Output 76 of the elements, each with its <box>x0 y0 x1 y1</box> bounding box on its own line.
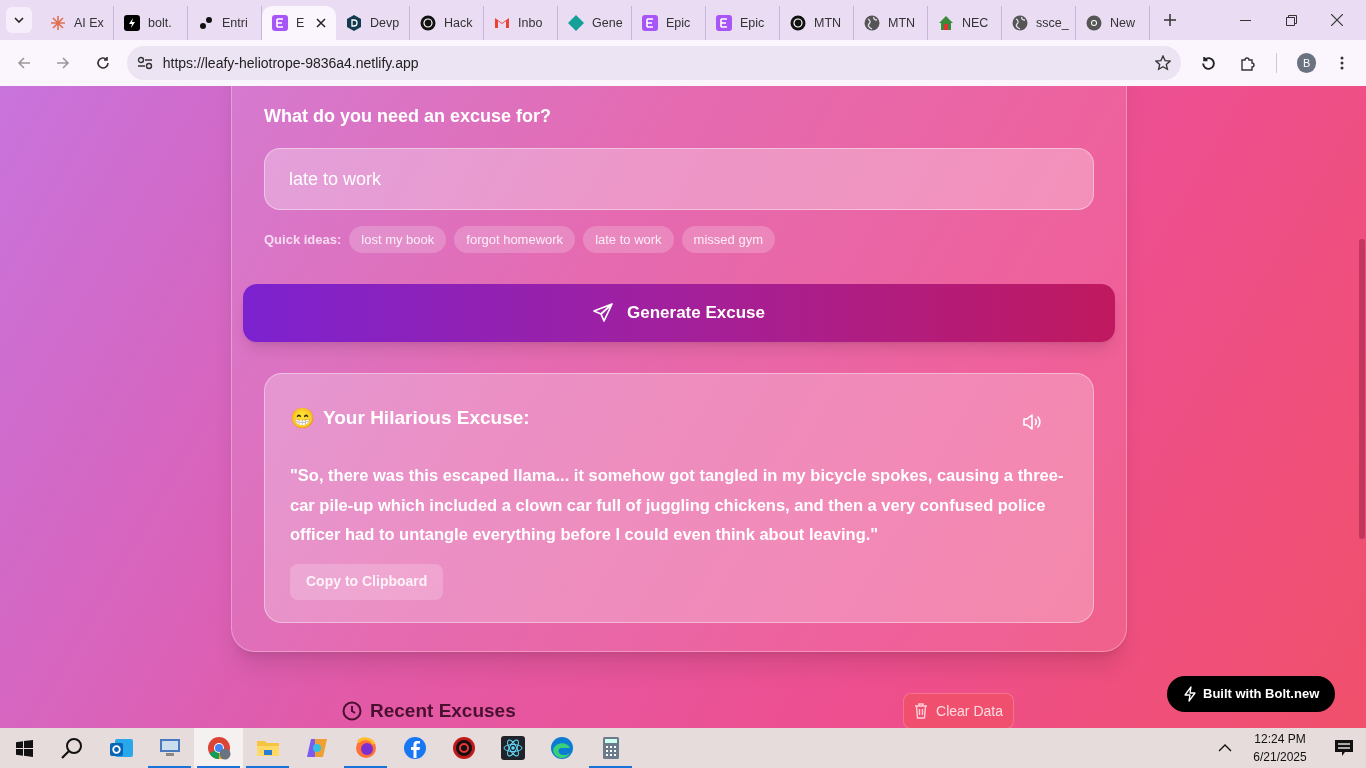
speaker-icon <box>1022 414 1042 430</box>
tab-title: Devp <box>370 14 400 32</box>
globe-icon <box>864 15 880 31</box>
tab-title: Epic <box>666 14 691 32</box>
open-app-indicator <box>197 766 240 768</box>
open-app-indicator <box>344 766 387 768</box>
hexagon-icon <box>346 15 362 31</box>
tab-title: ssce_ <box>1036 14 1069 32</box>
dots-icon <box>198 15 214 31</box>
chevron-up-icon[interactable] <box>1218 744 1232 752</box>
close-icon <box>1331 14 1343 26</box>
clock-icon <box>342 701 362 721</box>
minimize-icon <box>1239 19 1251 21</box>
mail-icon <box>494 15 510 31</box>
puzzle-icon <box>1240 55 1256 71</box>
built-with-bolt-badge[interactable]: Built with Bolt.new <box>1167 676 1336 712</box>
circle-logo-icon <box>790 15 806 31</box>
tab-list-button[interactable] <box>6 7 32 33</box>
tab-title: NEC <box>962 14 989 32</box>
tab-title: New <box>1110 14 1135 32</box>
tab-title: Inbo <box>518 14 543 32</box>
letter-e-icon <box>716 15 732 31</box>
tab-title: AI Ex <box>74 14 104 32</box>
lightning-icon <box>1183 686 1197 702</box>
chevron-down-icon <box>14 17 24 23</box>
circle-logo-icon <box>420 15 436 31</box>
reload-icon <box>1200 55 1216 71</box>
profile-avatar[interactable]: B <box>1296 53 1317 73</box>
open-app-indicator <box>246 766 289 768</box>
quick-ideas-label: Quick ideas: <box>264 231 342 249</box>
tab-title: MTN <box>888 14 916 32</box>
message-icon <box>1335 739 1353 757</box>
bolt-icon <box>124 15 140 31</box>
tab-title: Gene <box>592 14 623 32</box>
grinning-emoji: 😁 <box>290 406 315 431</box>
tab-title: E <box>296 14 305 32</box>
browser-logo-icon <box>1086 15 1102 31</box>
asterisk-icon <box>50 15 66 31</box>
tab-title: Entri <box>222 14 248 32</box>
open-app-indicator <box>148 766 191 768</box>
scrollbar-thumb[interactable] <box>1359 239 1365 539</box>
more-vertical-icon <box>1340 56 1345 70</box>
result-title: Your Hilarious Excuse: <box>323 405 530 430</box>
plus-icon <box>1164 14 1176 26</box>
forward-arrow-icon <box>56 56 71 70</box>
globe-icon <box>1012 15 1028 31</box>
clock-time[interactable]: 12:24 PM <box>1254 730 1306 748</box>
url-text: https://leafy-heliotrope-9836a4.netlify.app <box>162 53 419 73</box>
prompt-label: What do you need an excuse for? <box>264 106 552 126</box>
tab-title: Epic <box>740 14 765 32</box>
tab-title: Hack <box>444 14 473 32</box>
letter-e-icon <box>642 15 658 31</box>
tab-title: bolt. <box>148 14 172 32</box>
house-icon <box>938 15 954 31</box>
recent-excuses-heading: Recent Excuses <box>370 698 516 723</box>
address-bar[interactable]: https://leafy-heliotrope-9836a4.netlify.app <box>126 46 1181 80</box>
open-app-indicator <box>589 766 632 768</box>
close-tab-icon[interactable] <box>316 18 326 28</box>
search-icon <box>61 737 83 759</box>
send-icon <box>593 303 613 323</box>
restore-icon <box>1285 14 1297 26</box>
windows-logo-icon <box>15 739 33 757</box>
diamond-icon <box>568 15 584 31</box>
generate-excuse-button[interactable]: Generate Excuse <box>243 284 1115 342</box>
atom-icon <box>500 736 525 760</box>
bookmark-star-icon[interactable] <box>1154 55 1171 71</box>
reload-icon <box>95 56 110 70</box>
letter-e-icon <box>272 15 288 31</box>
mail-app-icon <box>108 736 133 760</box>
trash-icon <box>914 703 929 719</box>
excuse-text: "So, there was this escaped llama... it somehow got tangled in my bicycle spokes, causing a three-car pile-up which included a clown car full of juggling chickens, and then a very confused police officer had to untangle everything before I could even think about leaving." <box>290 465 1065 545</box>
site-settings-icon <box>136 56 153 70</box>
back-arrow-icon <box>16 56 31 70</box>
browser-tab[interactable]: E <box>262 6 336 40</box>
clock-date[interactable]: 6/21/2025 <box>1253 748 1307 766</box>
tab-title: MTN <box>814 14 842 32</box>
